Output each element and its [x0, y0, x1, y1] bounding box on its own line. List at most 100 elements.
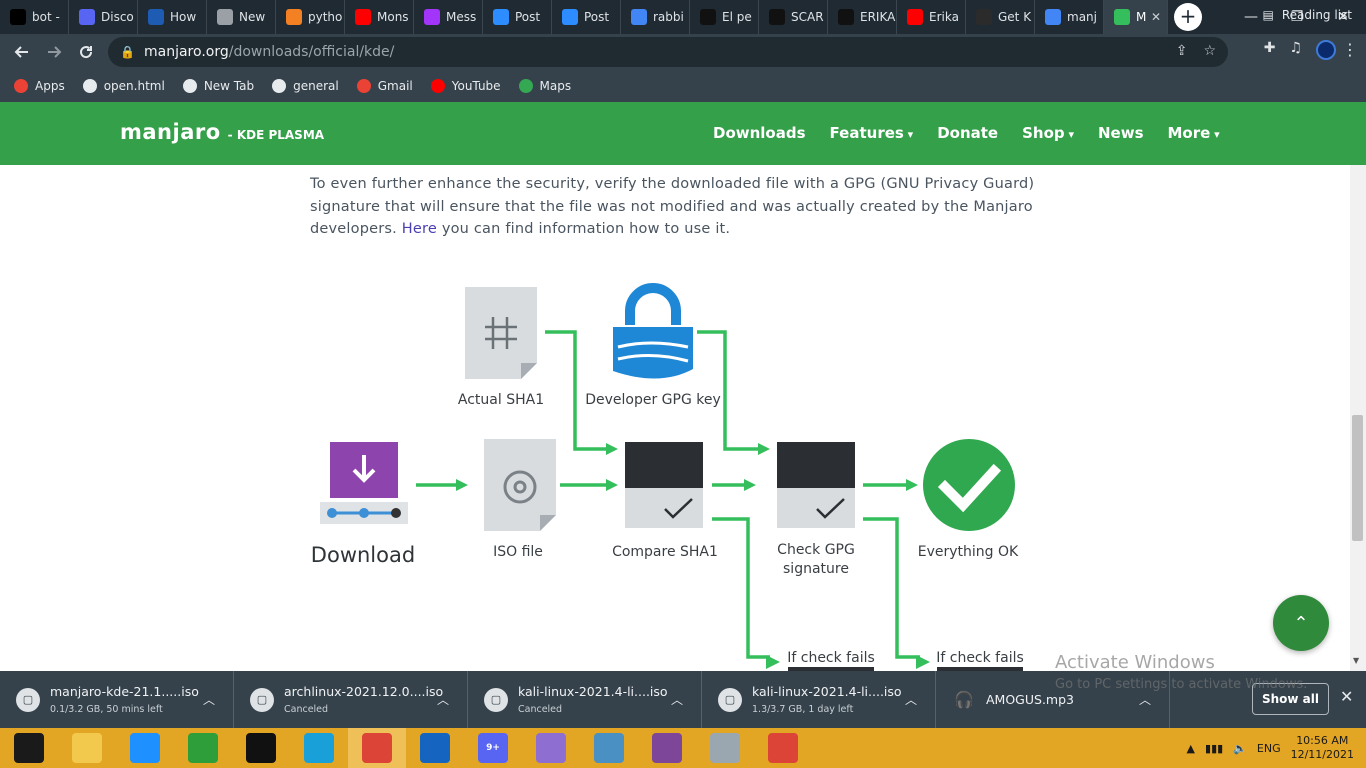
browser-tab[interactable]: Get K	[966, 0, 1035, 34]
nav-item-features[interactable]: Features ▾	[830, 124, 914, 142]
tab-strip: bot - Disco How New pytho Mons Mess Post Post rab…	[0, 0, 1366, 34]
download-label: Download	[311, 543, 415, 567]
media-control-icon[interactable]: ♫	[1289, 40, 1302, 60]
file-explorer-icon	[72, 733, 102, 763]
taskbar-app[interactable]	[638, 728, 696, 768]
bookmark-item[interactable]: open.html	[82, 79, 165, 93]
nav-label: Donate	[937, 124, 999, 142]
tab-label: New	[239, 10, 266, 24]
zoom-icon	[562, 9, 578, 25]
google-icon	[631, 9, 647, 25]
address-bar[interactable]: 🔒 manjaro.org/downloads/official/kde/ ⇪ …	[108, 37, 1228, 67]
language-indicator[interactable]: ENG	[1257, 742, 1281, 755]
download-item[interactable]: ▢ kali-linux-2021.4-li....iso 1.3/3.7 GB, …	[702, 671, 936, 728]
chevron-up-icon[interactable]: ︿	[671, 691, 683, 708]
taskbar-app[interactable]	[754, 728, 812, 768]
browser-tab[interactable]: rabbi	[621, 0, 690, 34]
reading-list-button[interactable]: ▤ Reading list	[1263, 8, 1353, 22]
command-prompt-icon	[246, 733, 276, 763]
clock[interactable]: 10:56 AM 12/11/2021	[1291, 734, 1354, 762]
browser-tab[interactable]: Post	[552, 0, 621, 34]
close-tab-icon[interactable]: ✕	[1151, 10, 1161, 24]
intro-paragraph: To even further enhance the security, ve…	[310, 173, 1050, 241]
browser-tab[interactable]: How	[138, 0, 207, 34]
new-tab-button[interactable]: +	[1174, 3, 1202, 31]
taskbar-app[interactable]	[522, 728, 580, 768]
taskbar-app[interactable]	[58, 728, 116, 768]
network-icon[interactable]: ▮▮▮	[1205, 742, 1223, 755]
taskbar-app[interactable]	[116, 728, 174, 768]
bookmark-item[interactable]: general	[272, 79, 339, 93]
nav-item-downloads[interactable]: Downloads	[713, 124, 806, 142]
reload-button[interactable]	[70, 36, 102, 68]
taskbar-app[interactable]	[0, 728, 58, 768]
bookmark-item[interactable]: Apps	[14, 79, 65, 93]
browser-tab[interactable]: El pe	[690, 0, 759, 34]
tiktok-icon	[838, 9, 854, 25]
bookmarks-bar: Apps open.html New Tab general Gmail YouTube M…	[0, 70, 1366, 102]
close-downloads-button[interactable]: ✕	[1340, 687, 1353, 706]
taskbar-app[interactable]	[696, 728, 754, 768]
scrollbar-thumb[interactable]	[1352, 415, 1363, 541]
browser-tab[interactable]: pytho	[276, 0, 345, 34]
main-nav: Downloads Features ▾ Donate Shop ▾ News More …	[713, 124, 1244, 142]
bookmark-item[interactable]: YouTube	[430, 79, 501, 93]
nav-item-more[interactable]: More ▾	[1168, 124, 1220, 142]
taskbar-apps: 9+	[0, 728, 812, 768]
taskbar-app[interactable]	[406, 728, 464, 768]
download-status: 1.3/3.7 GB, 1 day left	[752, 704, 854, 715]
profile-avatar[interactable]	[1316, 40, 1336, 60]
compare-sha1-icon	[625, 442, 703, 528]
nav-label: Shop	[1022, 124, 1065, 142]
chevron-up-icon[interactable]: ︿	[203, 691, 215, 708]
browser-tab[interactable]: bot -	[0, 0, 69, 34]
clock-time: 10:56 AM	[1296, 734, 1349, 747]
download-name: kali-linux-2021.4-li....iso	[518, 684, 668, 699]
bookmark-item[interactable]: New Tab	[182, 79, 254, 93]
extensions-icon[interactable]: ✚	[1264, 40, 1276, 60]
bookmark-item[interactable]: Maps	[518, 79, 571, 93]
browser-tab[interactable]: Mons	[345, 0, 414, 34]
browser-tab[interactable]: Disco	[69, 0, 138, 34]
browser-tab[interactable]: Post	[483, 0, 552, 34]
chevron-up-icon[interactable]: ︿	[1139, 691, 1151, 708]
download-item[interactable]: ▢ archlinux-2021.12.0....iso Canceled ︿	[234, 671, 468, 728]
menu-icon[interactable]: ⋮	[1342, 40, 1358, 59]
nav-item-news[interactable]: News	[1098, 124, 1144, 142]
scroll-down-arrow-icon[interactable]: ▼	[1353, 656, 1359, 665]
back-button[interactable]	[6, 36, 38, 68]
tab-label: rabbi	[653, 10, 684, 24]
browser-tab[interactable]: M ✕	[1104, 0, 1168, 34]
taskbar-app[interactable]	[232, 728, 290, 768]
browser-tab[interactable]: SCAR	[759, 0, 828, 34]
browser-tab[interactable]: Mess	[414, 0, 483, 34]
browser-tab[interactable]: New	[207, 0, 276, 34]
scroll-to-top-button[interactable]: ⌃	[1273, 595, 1329, 651]
forward-button[interactable]	[38, 36, 70, 68]
tray-overflow-icon[interactable]: ▲	[1187, 742, 1195, 755]
bookmark-item[interactable]: Gmail	[356, 79, 413, 93]
store-icon	[188, 733, 218, 763]
taskbar-app[interactable]	[174, 728, 232, 768]
chevron-up-icon[interactable]: ︿	[437, 691, 449, 708]
gpg-help-link[interactable]: Here	[402, 221, 437, 237]
taskbar-app[interactable]	[290, 728, 348, 768]
apps-grid-icon	[14, 79, 28, 93]
taskbar-app[interactable]	[580, 728, 638, 768]
browser-tab[interactable]: ERIKA	[828, 0, 897, 34]
bookmark-star-icon[interactable]: ☆	[1203, 43, 1216, 59]
nav-label: Features	[829, 124, 904, 142]
actual-sha1-label: Actual SHA1	[458, 392, 544, 408]
nav-item-donate[interactable]: Donate	[937, 124, 998, 142]
taskbar-app[interactable]	[348, 728, 406, 768]
download-item[interactable]: ▢ kali-linux-2021.4-li....iso Canceled ︿	[468, 671, 702, 728]
browser-tab[interactable]: manj	[1035, 0, 1104, 34]
browser-tab[interactable]: Erika	[897, 0, 966, 34]
share-icon[interactable]: ⇪	[1176, 43, 1188, 59]
nav-item-shop[interactable]: Shop ▾	[1022, 124, 1074, 142]
volume-icon[interactable]: 🔈	[1233, 742, 1247, 755]
taskbar-app[interactable]: 9+	[464, 728, 522, 768]
chevron-up-icon[interactable]: ︿	[905, 691, 917, 708]
download-item[interactable]: ▢ manjaro-kde-21.1.....iso 0.1/3.2 GB, 50 …	[0, 671, 234, 728]
site-brand[interactable]: manjaro - KDE PLASMA	[120, 120, 324, 144]
